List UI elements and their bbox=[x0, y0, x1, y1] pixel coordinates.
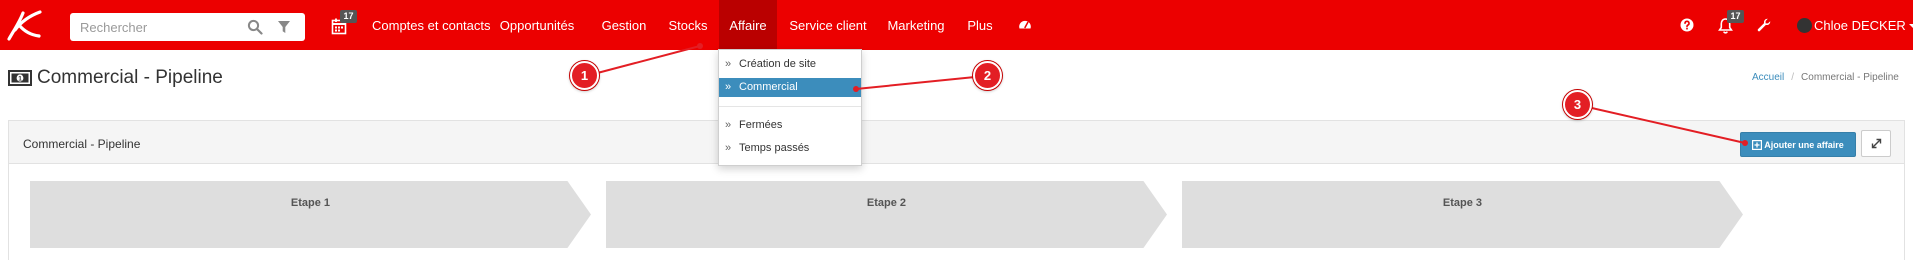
pipeline-stage-2: Etape 2 bbox=[606, 181, 1167, 248]
menu-item-label: Fermées bbox=[739, 119, 783, 131]
svg-text:1: 1 bbox=[18, 76, 22, 83]
help-icon[interactable] bbox=[1680, 18, 1694, 32]
menu-item-label: Création de site bbox=[739, 58, 817, 70]
double-chevron-right-icon: » bbox=[725, 81, 732, 93]
search-input[interactable] bbox=[70, 13, 235, 41]
expand-icon bbox=[1871, 138, 1881, 149]
nav-marketing[interactable]: Marketing bbox=[881, 0, 951, 50]
nav-opportunites[interactable]: Opportunités bbox=[497, 0, 577, 50]
double-chevron-right-icon: » bbox=[725, 142, 732, 154]
pipeline-box: Commercial - Pipeline Ajouter une affair… bbox=[8, 120, 1905, 260]
top-navbar: 17 Comptes et contacts Opportunités Gest… bbox=[0, 0, 1913, 50]
annotation-callout-2: 2 bbox=[973, 61, 1002, 90]
nav-service-client[interactable]: Service client bbox=[788, 0, 868, 50]
page-title: 1 Commercial - Pipeline bbox=[8, 65, 223, 91]
calendar-badge: 17 bbox=[340, 10, 357, 23]
menu-item-creation-de-site[interactable]: » Création de site bbox=[719, 55, 861, 74]
nav-stocks[interactable]: Stocks bbox=[663, 0, 713, 50]
wrench-icon[interactable] bbox=[1757, 18, 1771, 32]
breadcrumb-home-link[interactable]: Accueil bbox=[1752, 72, 1784, 83]
user-name: Chloe DECKER bbox=[1814, 18, 1906, 33]
pipeline-stage-1: Etape 1 bbox=[30, 181, 591, 248]
user-menu[interactable]: Chloe DECKER bbox=[1797, 0, 1913, 50]
double-chevron-right-icon: » bbox=[725, 119, 732, 131]
nav-comptes-et-contacts[interactable]: Comptes et contacts bbox=[372, 0, 491, 50]
box-header: Commercial - Pipeline Ajouter une affair… bbox=[9, 121, 1904, 164]
nav-plus[interactable]: Plus bbox=[963, 0, 997, 50]
notifications-badge: 17 bbox=[1727, 10, 1744, 23]
menu-item-temps-passes[interactable]: » Temps passés bbox=[719, 139, 861, 158]
menu-divider bbox=[719, 106, 861, 107]
menu-item-commercial[interactable]: » Commercial bbox=[719, 78, 861, 97]
add-deal-label: Ajouter une affaire bbox=[1764, 139, 1844, 150]
menu-item-label: Commercial bbox=[739, 81, 798, 93]
double-chevron-right-icon: » bbox=[725, 58, 732, 70]
logo-icon[interactable] bbox=[6, 9, 44, 41]
add-deal-button[interactable]: Ajouter une affaire bbox=[1740, 132, 1856, 157]
affaire-dropdown-menu: » Création de site » Commercial » Fermées »… bbox=[718, 49, 862, 166]
money-icon: 1 bbox=[8, 70, 32, 86]
page-title-text: Commercial - Pipeline bbox=[37, 67, 223, 88]
nav-affaire[interactable]: Affaire bbox=[719, 0, 777, 50]
search-box bbox=[70, 13, 305, 41]
menu-item-label: Temps passés bbox=[739, 142, 810, 154]
annotation-callout-1: 1 bbox=[570, 61, 599, 90]
box-title: Commercial - Pipeline bbox=[23, 137, 141, 151]
breadcrumb: Accueil / Commercial - Pipeline bbox=[1752, 72, 1899, 83]
filter-icon[interactable] bbox=[276, 19, 292, 35]
breadcrumb-current: Commercial - Pipeline bbox=[1801, 72, 1899, 83]
nav-gestion[interactable]: Gestion bbox=[596, 0, 652, 50]
menu-item-fermees[interactable]: » Fermées bbox=[719, 116, 861, 135]
search-icon[interactable] bbox=[247, 19, 263, 35]
expand-button[interactable] bbox=[1861, 130, 1891, 157]
avatar bbox=[1797, 18, 1812, 33]
plus-square-icon bbox=[1752, 139, 1763, 150]
pipeline-stage-3: Etape 3 bbox=[1182, 181, 1743, 248]
dashboard-icon[interactable] bbox=[1018, 18, 1032, 32]
annotation-callout-3: 3 bbox=[1563, 90, 1592, 119]
caret-down-icon bbox=[1908, 24, 1913, 28]
